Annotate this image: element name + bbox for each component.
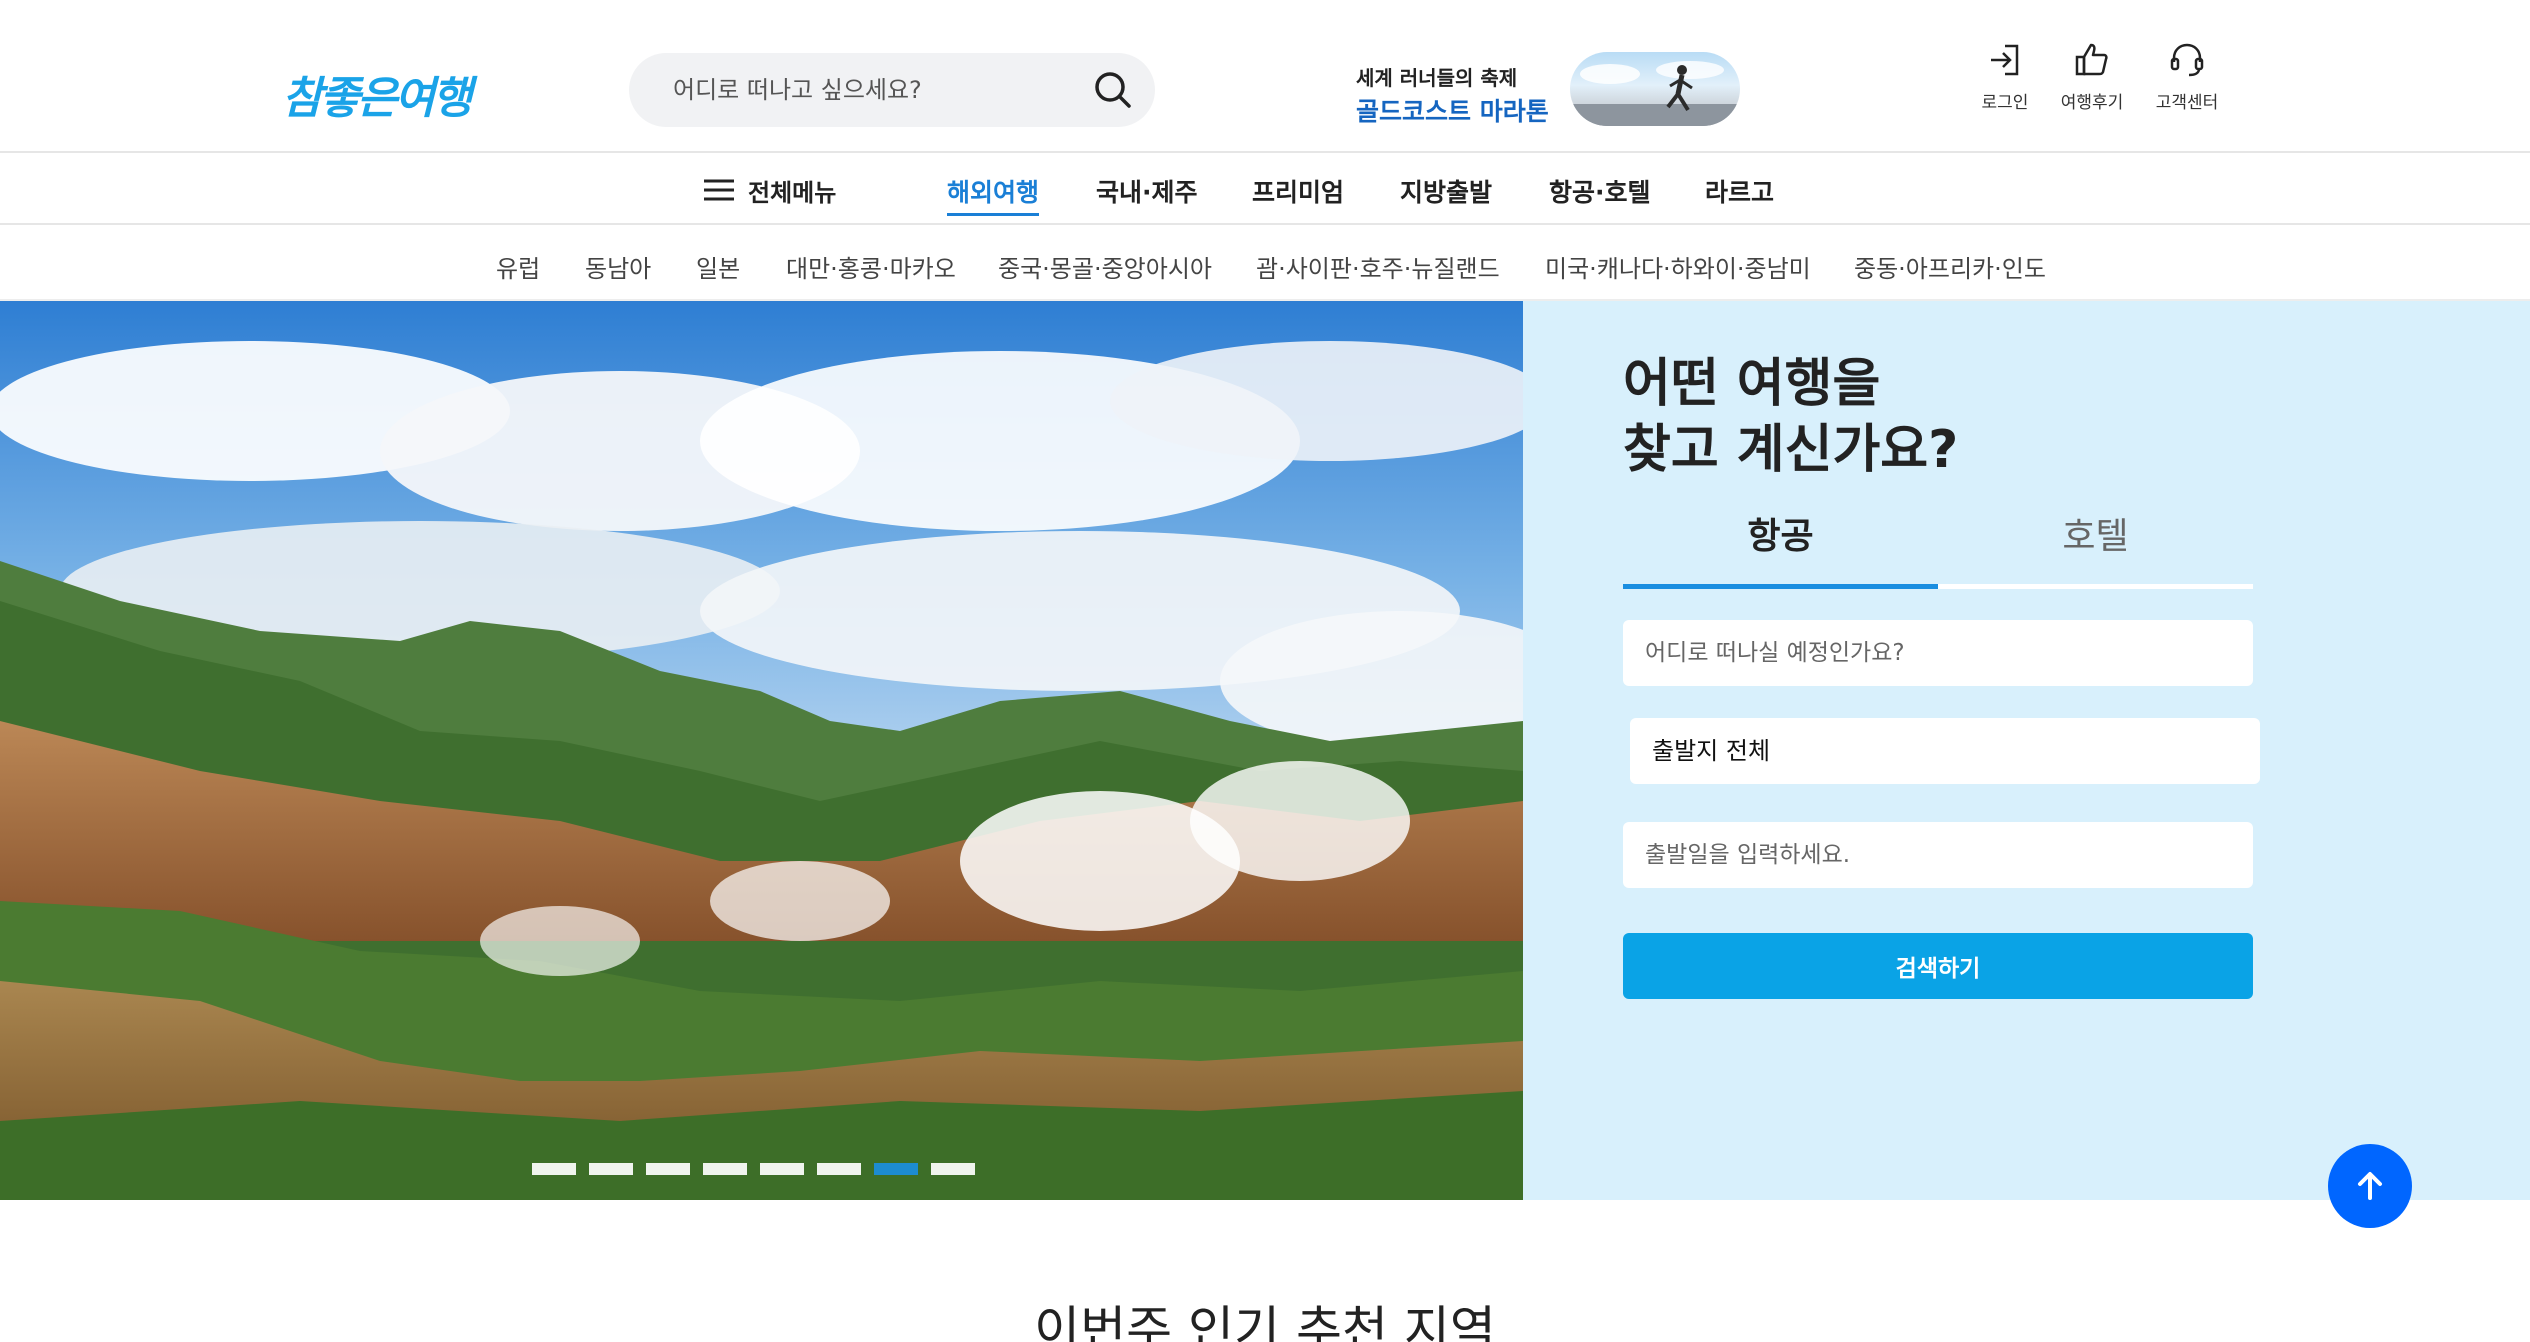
nav-flight-hotel[interactable]: 항공·호텔 — [1549, 173, 1651, 209]
search-icon[interactable] — [1091, 68, 1135, 112]
slide-dot-active[interactable] — [874, 1163, 918, 1175]
region-middle-east-africa-india[interactable]: 중동·아프리카·인도 — [1854, 249, 2046, 284]
nav-largo[interactable]: 라르고 — [1705, 173, 1774, 209]
region-southeast-asia[interactable]: 동남아 — [585, 249, 651, 284]
slide-dot[interactable] — [589, 1163, 633, 1175]
banner-subtitle: 세계 러너들의 축제 — [1356, 66, 1518, 90]
departure-select[interactable]: 출발지 전체 — [1630, 718, 2260, 784]
tab-hotel[interactable]: 호텔 — [1938, 501, 2253, 589]
slide-dot[interactable] — [703, 1163, 747, 1175]
destination-input[interactable] — [1623, 620, 2253, 686]
region-subnav: 유럽 동남아 일본 대만·홍콩·마카오 중국·몽골·중앙아시아 괌·사이판·호주… — [0, 225, 2530, 301]
region-americas-hawaii[interactable]: 미국·캐나다·하와이·중남미 — [1545, 249, 1811, 284]
login-label: 로그인 — [1981, 93, 2029, 113]
slide-dot[interactable] — [646, 1163, 690, 1175]
thumbs-up-icon — [2075, 43, 2108, 76]
slide-dot[interactable] — [931, 1163, 975, 1175]
site-header: 참좋은여행 세계 러너들의 축제 골드코스트 마라톤 — [0, 0, 2530, 151]
region-china-mongolia-central-asia[interactable]: 중국·몽골·중앙아시아 — [998, 249, 1212, 284]
slide-dot[interactable] — [817, 1163, 861, 1175]
tab-flight[interactable]: 항공 — [1623, 501, 1938, 589]
arrow-up-icon — [2358, 1172, 2382, 1200]
search-submit-button[interactable]: 검색하기 — [1623, 933, 2253, 999]
login-icon — [1991, 44, 2019, 76]
region-europe[interactable]: 유럽 — [496, 249, 540, 284]
headset-icon — [2170, 43, 2204, 77]
customer-center-label: 고객센터 — [2155, 93, 2219, 113]
nav-domestic-jeju[interactable]: 국내·제주 — [1096, 173, 1198, 209]
banner-runner-image — [1570, 52, 1740, 126]
hero-slider[interactable] — [0, 301, 1523, 1200]
nav-premium[interactable]: 프리미엄 — [1252, 173, 1344, 209]
search-input[interactable] — [673, 53, 1073, 127]
nav-regional-departure[interactable]: 지방출발 — [1400, 173, 1492, 209]
main-navigation: 전체메뉴 해외여행 국내·제주 프리미엄 지방출발 항공·호텔 라르고 — [0, 151, 2530, 225]
reviews-label: 여행후기 — [2060, 93, 2124, 113]
region-japan[interactable]: 일본 — [696, 249, 740, 284]
customer-center-button[interactable]: 고객센터 — [2137, 40, 2237, 120]
global-search — [629, 53, 1155, 127]
login-button[interactable]: 로그인 — [1955, 40, 2055, 120]
slide-dot[interactable] — [532, 1163, 576, 1175]
reviews-button[interactable]: 여행후기 — [2042, 40, 2142, 120]
region-guam-saipan-australia-nz[interactable]: 괌·사이판·호주·뉴질랜드 — [1256, 249, 1500, 284]
site-logo[interactable]: 참좋은여행 — [282, 62, 472, 126]
slide-dot[interactable] — [760, 1163, 804, 1175]
region-taiwan-hongkong-macau[interactable]: 대만·홍콩·마카오 — [786, 249, 956, 284]
slide-indicators — [532, 1163, 975, 1177]
marathon-banner[interactable]: 세계 러너들의 축제 골드코스트 마라톤 — [1350, 50, 1740, 132]
panel-title: 어떤 여행을 찾고 계신가요? — [1623, 354, 1959, 480]
travel-search-panel: 어떤 여행을 찾고 계신가요? 항공 호텔 출발지 전체 검색하기 — [1523, 301, 2530, 1200]
scroll-top-button[interactable] — [2328, 1144, 2412, 1228]
hero-landscape-image — [0, 301, 1523, 1200]
nav-overseas-travel[interactable]: 해외여행 — [947, 173, 1040, 216]
banner-title: 골드코스트 마라톤 — [1356, 97, 1549, 126]
departure-date-input[interactable] — [1623, 822, 2253, 888]
search-tabs: 항공 호텔 — [1623, 501, 2253, 591]
popular-regions-title: 이번주 인기 추천 지역 — [1034, 1301, 1496, 1342]
